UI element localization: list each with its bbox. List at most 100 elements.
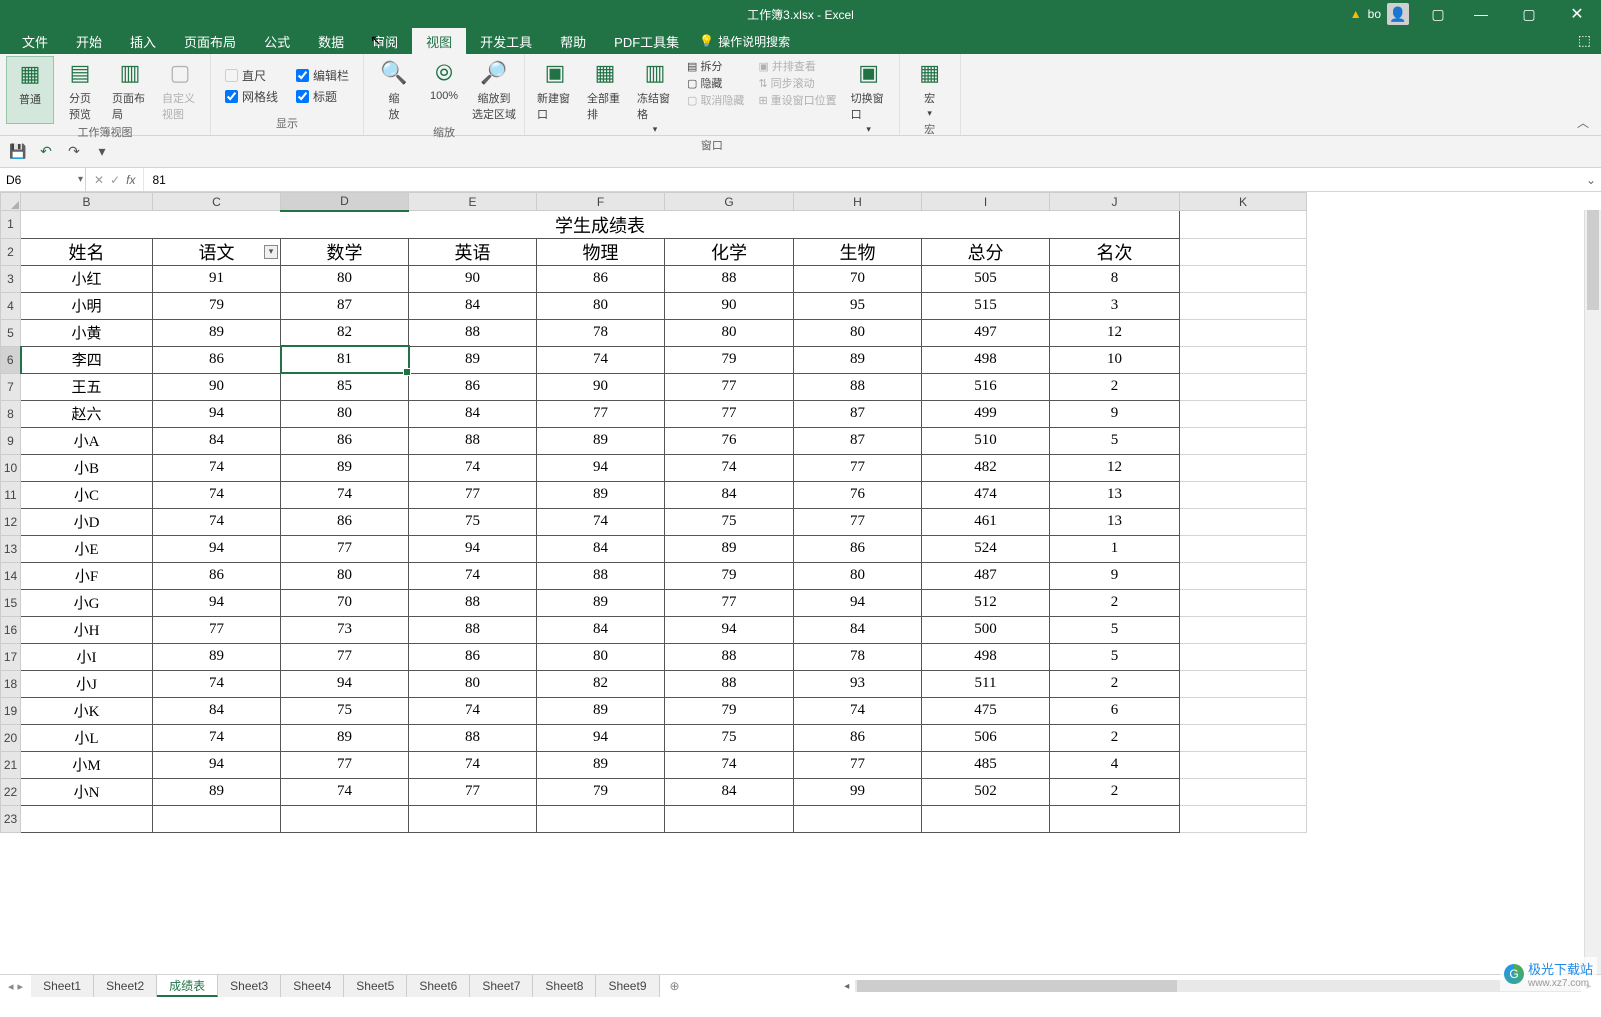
select-all-corner[interactable] <box>1 193 21 211</box>
add-sheet-button[interactable]: ⊕ <box>660 975 690 997</box>
cell[interactable]: 74 <box>153 670 281 697</box>
cell[interactable]: 86 <box>409 643 537 670</box>
view-page-break-preview[interactable]: ▤分页 预览 <box>56 56 104 124</box>
row-header-7[interactable]: 7 <box>1 373 21 400</box>
cell[interactable]: 81 <box>281 346 409 373</box>
cell[interactable]: 89 <box>537 697 665 724</box>
cell[interactable]: 90 <box>537 373 665 400</box>
tab-公式[interactable]: 公式 <box>250 28 304 54</box>
name-box[interactable]: D6▾ <box>0 168 86 191</box>
cell[interactable]: 79 <box>665 346 794 373</box>
vertical-scrollbar[interactable] <box>1584 210 1601 974</box>
header-cell[interactable]: 数学 <box>281 238 409 265</box>
cell[interactable]: 88 <box>409 589 537 616</box>
cell[interactable] <box>1050 805 1180 832</box>
cell[interactable]: 12 <box>1050 319 1180 346</box>
cell[interactable]: 86 <box>281 427 409 454</box>
cell[interactable]: 500 <box>922 616 1050 643</box>
cell[interactable]: 77 <box>665 373 794 400</box>
cell[interactable]: 93 <box>794 670 922 697</box>
cell[interactable] <box>409 805 537 832</box>
cell[interactable]: 89 <box>794 346 922 373</box>
cell[interactable]: 89 <box>409 346 537 373</box>
close-button[interactable]: ✕ <box>1557 0 1597 28</box>
sheet-tab-Sheet3[interactable]: Sheet3 <box>218 975 281 997</box>
row-header-6[interactable]: 6 <box>1 346 21 373</box>
cell[interactable]: 74 <box>537 346 665 373</box>
col-header-H[interactable]: H <box>794 193 922 211</box>
cell[interactable]: 86 <box>794 724 922 751</box>
share-button[interactable]: ⬚ <box>1578 32 1591 49</box>
cell[interactable]: 88 <box>537 562 665 589</box>
cell[interactable]: 482 <box>922 454 1050 481</box>
row-header-1[interactable]: 1 <box>1 211 21 239</box>
check-formula-bar[interactable] <box>296 69 309 82</box>
cell[interactable]: 小D <box>21 508 153 535</box>
cell[interactable]: 94 <box>665 616 794 643</box>
cell[interactable]: 90 <box>409 265 537 292</box>
row-header-3[interactable]: 3 <box>1 265 21 292</box>
cell[interactable]: 77 <box>794 751 922 778</box>
cell[interactable]: 5 <box>1050 643 1180 670</box>
cell[interactable]: 505 <box>922 265 1050 292</box>
tab-开发工具[interactable]: 开发工具 <box>466 28 546 54</box>
row-header-2[interactable]: 2 <box>1 238 21 265</box>
cell[interactable]: 80 <box>409 670 537 697</box>
cell[interactable]: 94 <box>153 400 281 427</box>
cell[interactable]: 80 <box>281 562 409 589</box>
cell[interactable]: 79 <box>665 562 794 589</box>
cell[interactable]: 80 <box>281 400 409 427</box>
cell[interactable]: 89 <box>153 319 281 346</box>
cell[interactable]: 小C <box>21 481 153 508</box>
cell[interactable]: 84 <box>665 778 794 805</box>
cell[interactable]: 88 <box>409 616 537 643</box>
cell[interactable]: 86 <box>409 373 537 400</box>
horizontal-scrollbar[interactable] <box>855 980 1581 992</box>
cell[interactable]: 88 <box>409 724 537 751</box>
header-cell[interactable]: 生物 <box>794 238 922 265</box>
cell[interactable]: 75 <box>665 724 794 751</box>
cell[interactable]: 70 <box>794 265 922 292</box>
cell[interactable]: 77 <box>794 508 922 535</box>
cell[interactable]: 13 <box>1050 481 1180 508</box>
cell[interactable]: 524 <box>922 535 1050 562</box>
cell[interactable]: 小J <box>21 670 153 697</box>
cell[interactable]: 小G <box>21 589 153 616</box>
expand-formula-bar[interactable]: ⌄ <box>1581 168 1601 191</box>
cell[interactable]: 小N <box>21 778 153 805</box>
cell[interactable]: 5 <box>1050 616 1180 643</box>
cell[interactable]: 77 <box>794 454 922 481</box>
cell[interactable]: 82 <box>281 319 409 346</box>
tab-帮助[interactable]: 帮助 <box>546 28 600 54</box>
cell[interactable]: 小K <box>21 697 153 724</box>
cell[interactable]: 74 <box>665 751 794 778</box>
cancel-icon[interactable]: ✕ <box>94 173 104 187</box>
cell[interactable]: 94 <box>537 724 665 751</box>
filter-dropdown-icon[interactable]: ▾ <box>264 245 278 259</box>
cell[interactable]: 88 <box>665 643 794 670</box>
cell[interactable]: 77 <box>409 778 537 805</box>
cell[interactable]: 90 <box>153 373 281 400</box>
qat-more[interactable]: ▾ <box>92 142 112 162</box>
minimize-button[interactable]: — <box>1461 0 1501 28</box>
tab-页面布局[interactable]: 页面布局 <box>170 28 250 54</box>
redo-button[interactable]: ↷ <box>64 142 84 162</box>
cell[interactable]: 2 <box>1050 670 1180 697</box>
view-page-layout[interactable]: ▥页面布局 <box>106 56 154 124</box>
cell[interactable]: 502 <box>922 778 1050 805</box>
col-header-B[interactable]: B <box>21 193 153 211</box>
cell[interactable]: 84 <box>153 427 281 454</box>
cell[interactable]: 80 <box>537 643 665 670</box>
row-header-17[interactable]: 17 <box>1 643 21 670</box>
row-header-10[interactable]: 10 <box>1 454 21 481</box>
cell[interactable]: 74 <box>153 481 281 508</box>
cell[interactable]: 74 <box>409 454 537 481</box>
header-cell[interactable]: 英语 <box>409 238 537 265</box>
cell[interactable]: 小M <box>21 751 153 778</box>
cell[interactable]: 84 <box>409 292 537 319</box>
cell[interactable]: 461 <box>922 508 1050 535</box>
cell[interactable] <box>153 805 281 832</box>
cell[interactable]: 小E <box>21 535 153 562</box>
freeze-panes[interactable]: ▥冻结窗格▾ <box>631 56 679 137</box>
ribbon-display-options[interactable]: ▢ <box>1423 6 1453 23</box>
